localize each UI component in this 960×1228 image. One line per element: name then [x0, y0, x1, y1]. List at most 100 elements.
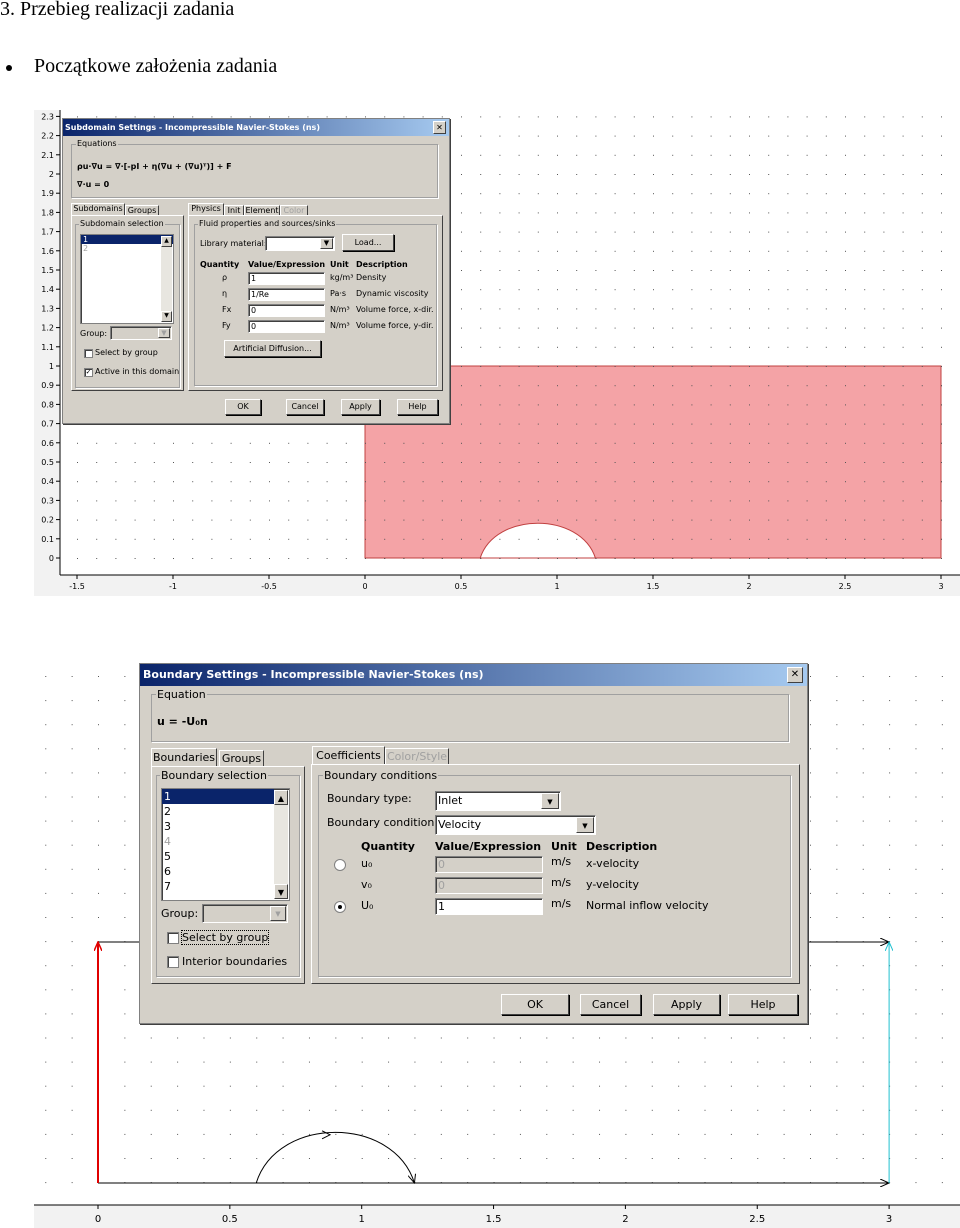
grid-dot	[98, 820, 99, 822]
boundary-type-select[interactable]: Inlet ▼	[435, 791, 561, 811]
grid-dot	[845, 519, 846, 521]
grid-dot	[173, 481, 174, 483]
tab-coefficients[interactable]: Coefficients	[312, 746, 385, 765]
help-button[interactable]: Help	[728, 994, 798, 1015]
boundary-condition-select[interactable]: Velocity ▼	[435, 815, 596, 835]
cancel-button[interactable]: Cancel	[580, 994, 641, 1015]
grid-dot	[921, 231, 923, 233]
boundary-conditions-label: Boundary conditions	[323, 769, 439, 782]
grid-dot	[862, 868, 864, 870]
grid-dot	[614, 423, 616, 425]
apply-button[interactable]: Apply	[341, 399, 380, 415]
grid-dot	[633, 231, 635, 233]
artificial-diffusion-button[interactable]: Artificial Diffusion...	[224, 340, 321, 357]
grid-dot	[537, 442, 539, 444]
grid-dot	[633, 538, 635, 540]
subdomain-list[interactable]: 1 2 ▲ ▼	[80, 234, 174, 324]
value-input[interactable]: 0	[248, 304, 325, 317]
grid-dot	[124, 1061, 126, 1063]
list-item[interactable]: 1	[81, 235, 173, 244]
grid-dot	[902, 154, 904, 156]
close-icon[interactable]: ✕	[433, 121, 446, 134]
group-select[interactable]: ▼	[110, 326, 172, 340]
list-item[interactable]: 7	[162, 879, 274, 894]
grid-dot	[98, 700, 99, 702]
tab-groups[interactable]: Groups	[219, 750, 264, 767]
grid-dot	[124, 796, 126, 798]
scroll-up-icon[interactable]: ▲	[161, 236, 172, 247]
grid-dot	[499, 346, 501, 348]
value-input[interactable]: 1/Re	[248, 288, 325, 301]
x-tick-label: 1	[554, 582, 559, 591]
active-checkbox[interactable]: ✓	[84, 368, 93, 377]
grid-dot	[124, 724, 126, 726]
grid-dot	[889, 700, 891, 702]
interior-boundaries-checkbox[interactable]	[167, 956, 179, 968]
grid-dot	[825, 193, 827, 195]
list-item[interactable]: 1	[162, 789, 274, 804]
list-item[interactable]: 3	[162, 819, 274, 834]
grid-dot	[757, 1158, 759, 1159]
scroll-up-icon[interactable]: ▲	[274, 790, 288, 805]
grid-dot	[633, 366, 635, 367]
grid-dot	[672, 250, 674, 252]
scroll-down-icon[interactable]: ▼	[161, 311, 172, 322]
grid-dot	[836, 1133, 838, 1135]
equations-label: Equations	[76, 139, 118, 148]
value-input[interactable]: 0	[248, 320, 325, 333]
grid-dot	[672, 231, 674, 233]
header-quantity: Quantity	[361, 840, 415, 853]
list-item[interactable]: 2	[162, 804, 274, 819]
select-by-group-checkbox[interactable]	[167, 932, 179, 944]
y-tick-label: 0.1	[41, 535, 54, 544]
list-item[interactable]: 4	[162, 834, 274, 849]
grid-dot	[941, 481, 942, 483]
grid-dot	[345, 442, 347, 444]
quantity-radio[interactable]	[334, 859, 346, 871]
list-item[interactable]: 5	[162, 849, 274, 864]
grid-dot	[499, 538, 501, 540]
grid-dot	[883, 462, 885, 463]
x-tick-label: 1.5	[486, 1214, 502, 1225]
grid-dot	[915, 989, 917, 991]
scrollbar[interactable]: ▲ ▼	[161, 236, 172, 322]
tab-boundaries[interactable]: Boundaries	[151, 748, 217, 767]
library-material-select[interactable]: ▼	[265, 236, 335, 251]
grid-dot	[45, 1182, 47, 1184]
value-input[interactable]: 1	[435, 898, 543, 915]
select-by-group-checkbox[interactable]	[84, 349, 93, 358]
value-input[interactable]: 1	[248, 272, 325, 285]
value-input[interactable]: 0	[435, 856, 543, 873]
help-button[interactable]: Help	[397, 399, 438, 415]
boundary-list[interactable]: ▲ ▼ 1234567	[161, 788, 290, 901]
grid-dot	[71, 700, 73, 702]
grid-dot	[806, 270, 808, 271]
load-button[interactable]: Load...	[342, 234, 394, 251]
grid-dot	[115, 462, 117, 463]
scrollbar[interactable]: ▲ ▼	[274, 790, 288, 899]
cancel-button[interactable]: Cancel	[286, 399, 324, 415]
quantity-radio[interactable]	[334, 901, 346, 913]
grid-dot	[153, 538, 155, 540]
value-input[interactable]: 0	[435, 877, 543, 894]
grid-dot	[308, 1085, 310, 1087]
ok-button[interactable]: OK	[225, 399, 261, 415]
grid-dot	[45, 965, 47, 967]
list-item[interactable]: 2	[81, 244, 173, 253]
close-icon[interactable]: ✕	[787, 667, 803, 683]
grid-dot	[414, 1158, 416, 1159]
list-item[interactable]: 6	[162, 864, 274, 879]
grid-dot	[614, 366, 616, 367]
group-select[interactable]: ▼	[202, 904, 288, 923]
scroll-down-icon[interactable]: ▼	[274, 884, 288, 899]
apply-button[interactable]: Apply	[653, 994, 720, 1015]
grid-dot	[633, 462, 635, 463]
grid-dot	[921, 366, 923, 367]
grid-dot	[134, 500, 136, 502]
ok-button[interactable]: OK	[501, 994, 569, 1015]
grid-dot	[921, 385, 923, 387]
grid-dot	[173, 538, 174, 540]
grid-dot	[691, 558, 693, 559]
grid-dot	[230, 481, 232, 483]
grid-dot	[124, 676, 126, 677]
